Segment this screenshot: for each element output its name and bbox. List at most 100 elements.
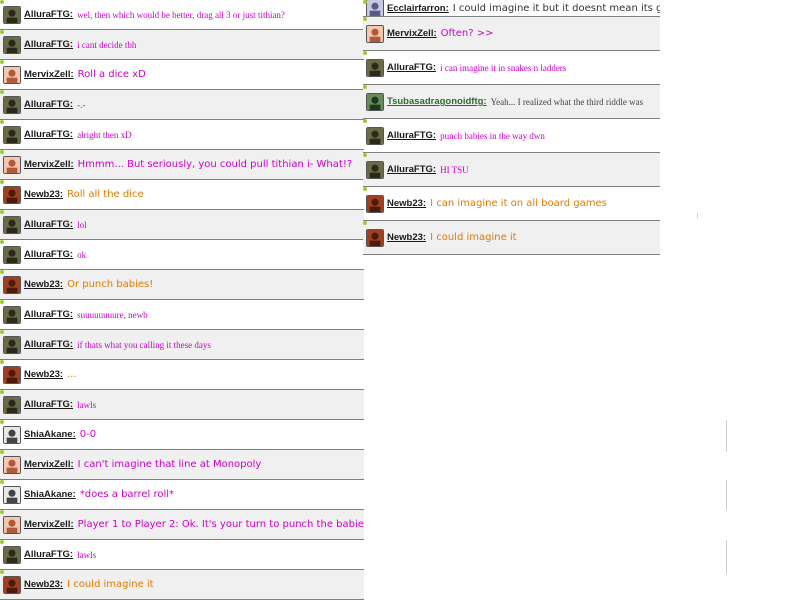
chat-message: Newb23: I could imagine it <box>363 221 660 255</box>
username-link[interactable]: AlluraFTG: <box>24 399 73 410</box>
online-status-dot <box>0 60 4 64</box>
username-link[interactable]: AlluraFTG: <box>24 249 73 260</box>
allura-avatar-icon[interactable] <box>3 215 21 234</box>
chat-message: AlluraFTG: if thats what you calling it t… <box>0 330 364 360</box>
newb-avatar-icon[interactable] <box>3 275 21 294</box>
mervix-avatar-icon[interactable] <box>3 65 21 84</box>
username-link[interactable]: AlluraFTG: <box>24 339 73 350</box>
online-status-dot <box>0 300 4 304</box>
username-link[interactable]: ShiaAkane: <box>24 429 76 440</box>
allura-avatar-icon[interactable] <box>3 5 21 24</box>
username-link[interactable]: ShiaAkane: <box>24 489 76 500</box>
chat-message: AlluraFTG: i can imagine it in snakes n l… <box>363 51 660 85</box>
allura-avatar-icon[interactable] <box>3 545 21 564</box>
username-link[interactable]: MervixZell: <box>24 459 74 470</box>
message-text: I can imagine it on all board games <box>430 198 607 209</box>
mervix-avatar-icon[interactable] <box>3 155 21 174</box>
message-text: Roll a dice xD <box>77 69 146 80</box>
chat-message: AlluraFTG: -.- <box>0 90 364 120</box>
username-link[interactable]: AlluraFTG: <box>24 549 73 560</box>
online-status-dot <box>0 420 4 424</box>
chat-message: AlluraFTG: lawls <box>0 390 364 420</box>
chat-message: MervixZell: Player 1 to Player 2: Ok. It'… <box>0 510 364 540</box>
message-text: I could imagine it <box>430 232 517 243</box>
mervix-avatar-icon[interactable] <box>3 455 21 474</box>
allura-avatar-icon[interactable] <box>3 335 21 354</box>
username-link[interactable]: AlluraFTG: <box>24 129 73 140</box>
username-link[interactable]: Newb23: <box>24 369 63 380</box>
online-status-dot <box>363 17 367 21</box>
online-status-dot <box>0 480 4 484</box>
username-link[interactable]: MervixZell: <box>387 28 437 39</box>
tsubasa-avatar-icon[interactable] <box>366 92 384 111</box>
username-link[interactable]: AlluraFTG: <box>24 9 73 20</box>
chat-message: AlluraFTG: alright then xD <box>0 120 364 150</box>
username-link[interactable]: Tsubasadragonoidftg: <box>387 96 487 107</box>
username-link[interactable]: Newb23: <box>387 198 426 209</box>
shia-avatar-icon[interactable] <box>3 425 21 444</box>
username-link[interactable]: Newb23: <box>24 189 63 200</box>
online-status-dot <box>0 270 4 274</box>
message-text: Or punch babies! <box>67 279 154 290</box>
ecclair-avatar-icon[interactable] <box>366 0 384 16</box>
message-text: lol <box>77 219 87 230</box>
online-status-dot <box>0 150 4 154</box>
allura-avatar-icon[interactable] <box>366 160 384 179</box>
message-text: lawls <box>77 549 97 560</box>
message-text: alright then xD <box>77 129 132 140</box>
allura-avatar-icon[interactable] <box>3 395 21 414</box>
allura-avatar-icon[interactable] <box>366 126 384 145</box>
username-link[interactable]: MervixZell: <box>24 159 74 170</box>
online-status-dot <box>0 330 4 334</box>
online-status-dot <box>0 210 4 214</box>
message-text: Hmmm... But seriously, you could pull ti… <box>77 159 353 170</box>
username-link[interactable]: Newb23: <box>24 279 63 290</box>
newb-avatar-icon[interactable] <box>366 194 384 213</box>
username-link[interactable]: AlluraFTG: <box>387 130 436 141</box>
chat-message: AlluraFTG: ok <box>0 240 364 270</box>
chat-message: AlluraFTG: lawls <box>0 540 364 570</box>
online-status-dot <box>0 180 4 184</box>
online-status-dot <box>363 221 367 225</box>
allura-avatar-icon[interactable] <box>3 245 21 264</box>
newb-avatar-icon[interactable] <box>366 228 384 247</box>
chat-message: Newb23:... <box>0 360 364 390</box>
username-link[interactable]: AlluraFTG: <box>24 39 73 50</box>
username-link[interactable]: AlluraFTG: <box>387 62 436 73</box>
stray-divider <box>726 540 727 574</box>
username-link[interactable]: Newb23: <box>387 232 426 243</box>
chat-message: Newb23: I can imagine it on all board gam… <box>363 187 660 221</box>
allura-avatar-icon[interactable] <box>3 305 21 324</box>
online-status-dot <box>0 0 4 4</box>
online-status-dot <box>363 187 367 191</box>
username-link[interactable]: Newb23: <box>24 579 63 590</box>
username-link[interactable]: MervixZell: <box>24 519 74 530</box>
shia-avatar-icon[interactable] <box>3 485 21 504</box>
username-link[interactable]: AlluraFTG: <box>24 99 73 110</box>
online-status-dot <box>0 360 4 364</box>
chat-message: ShiaAkane: 0-0 <box>0 420 364 450</box>
message-text: I could imagine it but it doesnt mean it… <box>452 2 660 14</box>
username-link[interactable]: AlluraFTG: <box>24 219 73 230</box>
online-status-dot <box>0 390 4 394</box>
mervix-avatar-icon[interactable] <box>366 24 384 43</box>
newb-avatar-icon[interactable] <box>3 365 21 384</box>
allura-avatar-icon[interactable] <box>3 95 21 114</box>
username-link[interactable]: Ecclairfarron: <box>387 3 449 14</box>
allura-avatar-icon[interactable] <box>3 125 21 144</box>
online-status-dot <box>0 570 4 574</box>
message-text: i cant decide tbh <box>77 39 137 50</box>
stray-divider <box>697 213 698 218</box>
allura-avatar-icon[interactable] <box>366 58 384 77</box>
chat-message: AlluraFTG: suuuuuuuure, newb <box>0 300 364 330</box>
allura-avatar-icon[interactable] <box>3 35 21 54</box>
newb-avatar-icon[interactable] <box>3 575 21 594</box>
mervix-avatar-icon[interactable] <box>3 515 21 534</box>
username-link[interactable]: MervixZell: <box>24 69 74 80</box>
username-link[interactable]: AlluraFTG: <box>387 164 436 175</box>
chat-log-left: AlluraFTG: wel, then which would be bette… <box>0 0 364 600</box>
message-text: Often? >> <box>440 28 494 39</box>
username-link[interactable]: AlluraFTG: <box>24 309 73 320</box>
newb-avatar-icon[interactable] <box>3 185 21 204</box>
chat-message: Newb23: I could imagine it <box>0 570 364 600</box>
